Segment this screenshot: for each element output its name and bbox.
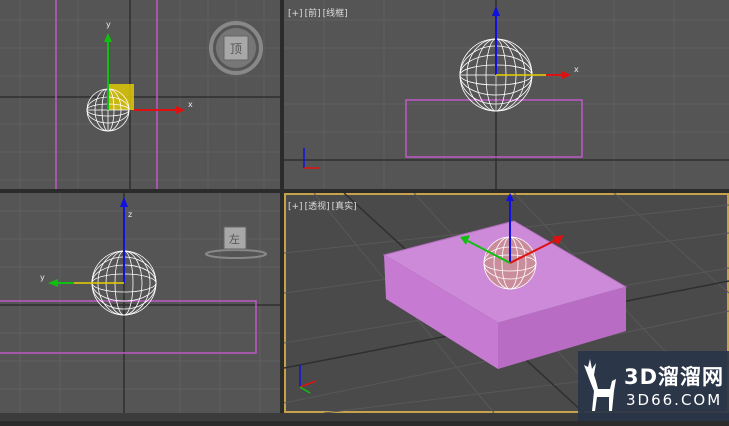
viewport-front[interactable]: x [+] [前] [线框] — [284, 0, 729, 189]
y-axis-label: y — [106, 20, 111, 29]
x-axis-label: x — [188, 100, 193, 109]
viewport-shading-mode[interactable]: [线框] — [323, 9, 348, 19]
x-axis-label: x — [574, 65, 579, 74]
watermark-brand: 3D溜溜网 — [624, 365, 725, 389]
corner-axis-tripod — [303, 148, 320, 169]
viewport-label[interactable]: [+] [透视] [真实] — [288, 199, 359, 212]
svg-text:左: 左 — [229, 233, 240, 246]
deer-logo-icon — [584, 359, 616, 411]
z-axis-label: z — [128, 210, 132, 219]
viewport-menu-plus[interactable]: [+] — [288, 202, 303, 212]
viewcube-top[interactable]: 顶 — [209, 21, 263, 75]
viewport-front-canvas[interactable]: x — [284, 0, 729, 189]
viewport-top-canvas[interactable]: y x 顶 — [0, 0, 280, 189]
viewport-left[interactable]: z y 左 — [0, 193, 280, 413]
box-outline — [405, 99, 583, 158]
viewport-view-name[interactable]: [前] — [305, 9, 321, 19]
viewport-shading-mode[interactable]: [真实] — [332, 202, 357, 212]
viewport-top[interactable]: y x 顶 — [0, 0, 280, 189]
viewport-left-canvas[interactable]: z y 左 — [0, 193, 280, 413]
watermark-site: 3D66.COM — [626, 391, 723, 409]
viewcube-left[interactable]: 左 — [205, 226, 267, 259]
watermark: 3D溜溜网 3D66.COM — [578, 351, 729, 421]
svg-text:顶: 顶 — [230, 42, 242, 56]
viewport-label[interactable]: [+] [前] [线框] — [288, 6, 350, 19]
viewport-view-name[interactable]: [透视] — [305, 202, 330, 212]
corner-axis-tripod — [299, 365, 317, 394]
y-axis-label: y — [40, 273, 45, 282]
viewport-menu-plus[interactable]: [+] — [288, 9, 303, 19]
